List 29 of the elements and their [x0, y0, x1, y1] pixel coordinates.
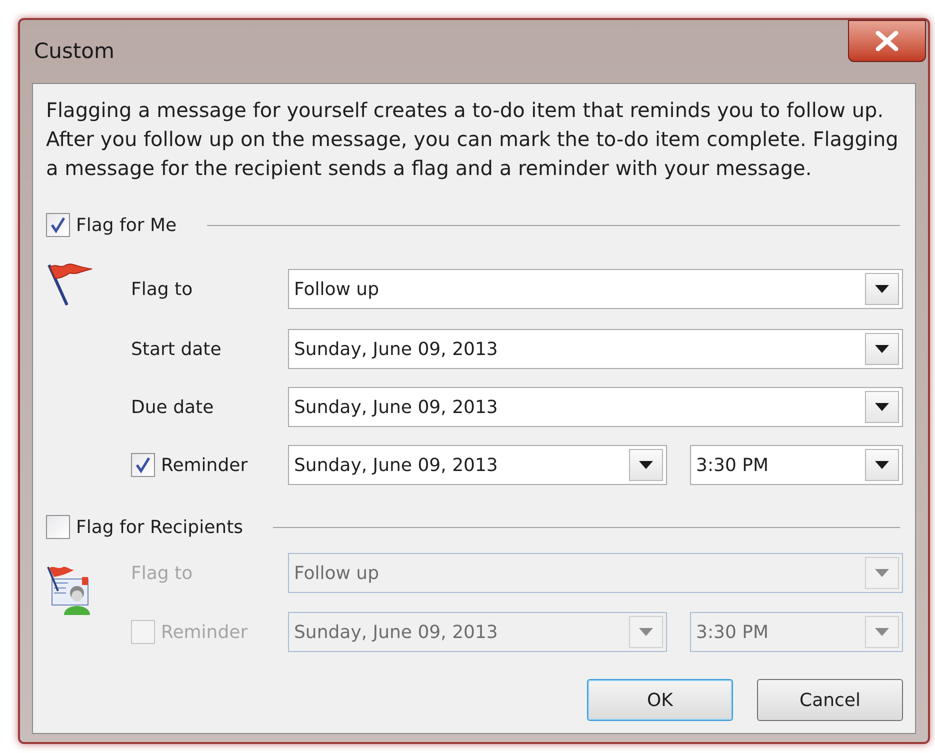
close-button[interactable]: [848, 20, 926, 62]
dropdown-arrow-icon: [875, 345, 889, 353]
dialog-button[interactable]: Cancel: [757, 679, 903, 721]
dropdown-arrow-icon: [875, 569, 889, 577]
dropdown-arrow-icon: [875, 628, 889, 636]
dropdown-field[interactable]: 3:30 PM: [690, 445, 903, 485]
dropdown-arrow-icon: [875, 403, 889, 411]
field-label: Flag to: [131, 278, 193, 302]
section-label: Flag for Me: [76, 214, 177, 238]
dropdown-arrow-icon: [875, 285, 889, 293]
close-icon: [875, 31, 899, 51]
dropdown-field[interactable]: Sunday, June 09, 2013: [288, 387, 903, 427]
field-label: Reminder: [161, 454, 248, 478]
dialog-button[interactable]: OK: [587, 679, 733, 721]
dropdown-field[interactable]: Follow up: [288, 269, 903, 309]
field-label: Start date: [131, 338, 222, 362]
section-label: Flag for Recipients: [76, 516, 244, 540]
checkbox[interactable]: [46, 213, 70, 237]
checkbox[interactable]: [131, 453, 155, 477]
dropdown-arrow-icon: [639, 461, 653, 469]
description-text: Flagging a message for yourself creates a to-do item that reminds you to follow up. After you follow up on the message, you can mark the to-do item complete. Flagging a message for the recipient sends a flag and a reminder with your message.: [46, 97, 900, 182]
field-label: Flag to: [131, 562, 193, 586]
field-label: Reminder: [161, 620, 248, 644]
dropdown-field[interactable]: Sunday, June 09, 2013: [288, 329, 903, 369]
dropdown-arrow-icon: [875, 461, 889, 469]
dropdown-field[interactable]: Sunday, June 09, 2013: [288, 445, 667, 485]
field-label: Due date: [131, 396, 214, 420]
window-title: Custom: [34, 38, 114, 65]
dropdown-arrow-icon: [639, 628, 653, 636]
